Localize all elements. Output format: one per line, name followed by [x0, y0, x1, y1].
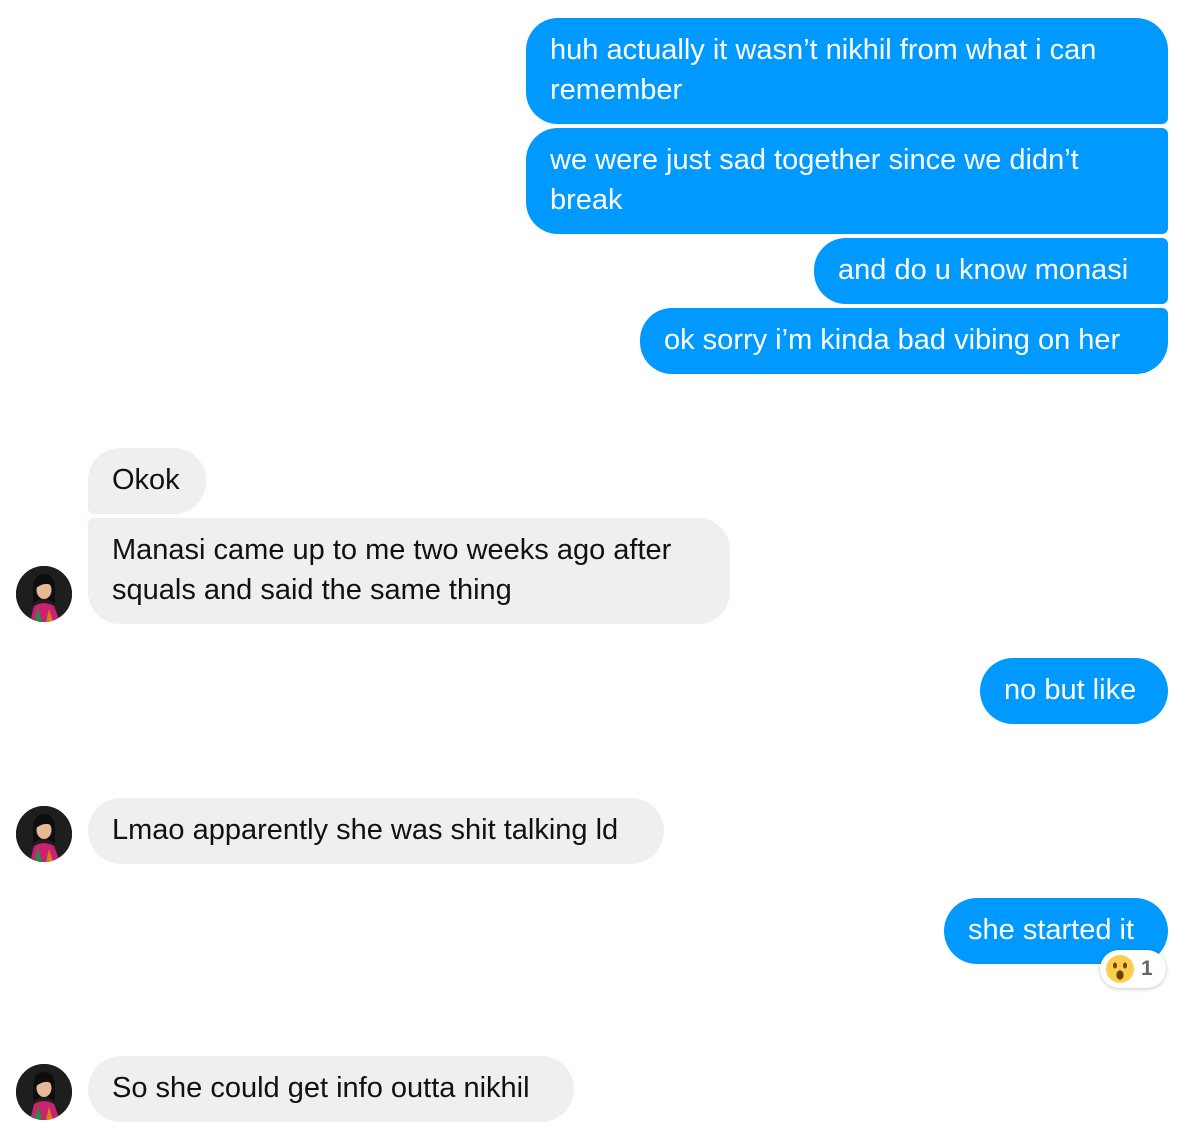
- reaction-count: 1: [1141, 957, 1153, 980]
- contact-avatar[interactable]: [16, 806, 72, 862]
- contact-avatar[interactable]: [16, 1064, 72, 1120]
- contact-avatar[interactable]: [16, 566, 72, 622]
- message-outgoing[interactable]: huh actually it wasn’t nikhil from what …: [526, 18, 1168, 124]
- message-incoming[interactable]: So she could get info outta nikhil: [88, 1056, 574, 1122]
- message-outgoing[interactable]: no but like: [980, 658, 1168, 724]
- message-outgoing[interactable]: ok sorry i’m kinda bad vibing on her: [640, 308, 1168, 374]
- message-outgoing[interactable]: we were just sad together since we didn’…: [526, 128, 1168, 234]
- message-outgoing[interactable]: and do u know monasi: [814, 238, 1168, 304]
- message-reaction[interactable]: 1: [1100, 950, 1166, 988]
- message-incoming[interactable]: Manasi came up to me two weeks ago after…: [88, 518, 730, 624]
- message-incoming[interactable]: Lmao apparently she was shit talking ld: [88, 798, 664, 864]
- message-incoming[interactable]: Okok: [88, 448, 206, 514]
- surprised-face-emoji-icon: [1106, 955, 1134, 983]
